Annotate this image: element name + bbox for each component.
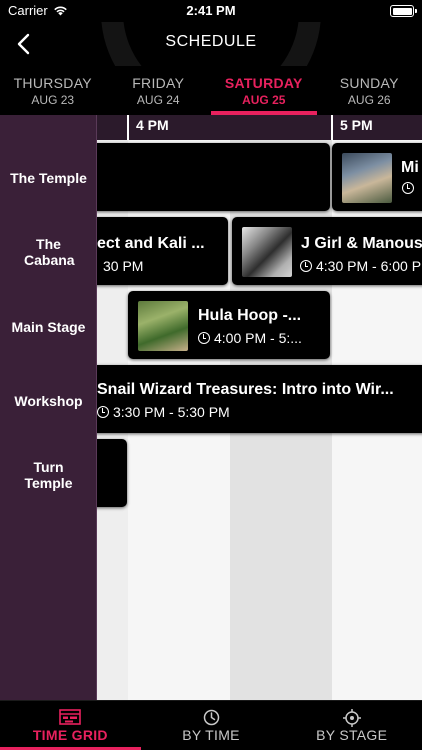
- time-tick: [127, 115, 129, 140]
- calendar-grid-icon: [0, 701, 141, 727]
- event-time-text: 30 PM: [103, 258, 144, 274]
- day-date: AUG 26: [347, 93, 391, 107]
- clock-icon: [300, 260, 312, 272]
- bottom-tab-bar: TIME GRID BY TIME BY STAGE: [0, 700, 422, 750]
- tab-saturday[interactable]: SATURDAY AUG 25: [211, 66, 317, 115]
- event-time-text: 3:30 PM - 5:30 PM: [113, 404, 230, 420]
- event-time: 30 PM: [103, 258, 143, 274]
- event-card[interactable]: Snail Wizard Treasures: Intro into Wir..…: [90, 365, 422, 433]
- status-bar: Carrier 2:41 PM: [0, 0, 422, 22]
- day-name: THURSDAY: [13, 75, 92, 91]
- tab-friday[interactable]: FRIDAY AUG 24: [106, 66, 212, 115]
- event-time: [402, 182, 414, 194]
- time-label-4pm: 4 PM: [136, 117, 169, 133]
- event-time-text: 4:00 PM - 5:...: [214, 330, 302, 346]
- day-name: FRIDAY: [132, 75, 185, 91]
- event-time: 4:00 PM - 5:...: [198, 330, 302, 346]
- artist-photo: [138, 301, 188, 351]
- stage-label-the-temple: The Temple: [10, 170, 87, 186]
- day-name: SATURDAY: [224, 75, 303, 91]
- day-name: SUNDAY: [339, 75, 399, 91]
- stage-label-the-cabana: The Cabana: [24, 236, 75, 268]
- event-title: Hula Hoop -...: [198, 307, 302, 324]
- event-card[interactable]: ect and Kali ... 30 PM: [90, 217, 228, 285]
- artist-photo: [342, 153, 392, 203]
- clock-icon: [198, 332, 210, 344]
- event-card[interactable]: J Girl & Manous 4:30 PM - 6:00 P: [232, 217, 422, 285]
- event-time-text: 4:30 PM - 6:00 P: [316, 258, 422, 274]
- battery-level: [392, 7, 412, 15]
- day-date: AUG 25: [242, 93, 286, 107]
- day-tabs: THURSDAY AUG 23 FRIDAY AUG 24 SATURDAY A…: [0, 66, 422, 115]
- event-card[interactable]: Mi: [332, 143, 422, 211]
- time-tick: [331, 115, 333, 140]
- event-title: J Girl & Manous: [301, 235, 422, 252]
- clock-icon: [97, 406, 109, 418]
- page-title: SCHEDULE: [165, 33, 257, 50]
- clock-icon: [141, 701, 282, 727]
- event-title: ect and Kali ...: [97, 235, 205, 252]
- event-title: Snail Wizard Treasures: Intro into Wir..…: [97, 381, 394, 398]
- event-card[interactable]: [90, 143, 330, 211]
- status-time: 2:41 PM: [186, 3, 236, 18]
- time-grid[interactable]: 4 PM 5 PM Mi ect and Kali ... 30 PM J Gi…: [0, 115, 422, 700]
- event-time: 3:30 PM - 5:30 PM: [97, 404, 230, 420]
- stage-label-turn-temple: Turn Temple: [24, 459, 73, 491]
- tab-thursday[interactable]: THURSDAY AUG 23: [0, 66, 106, 115]
- tab-label: BY TIME: [182, 727, 240, 743]
- tab-label: TIME GRID: [32, 727, 108, 743]
- time-header: 4 PM 5 PM: [97, 115, 422, 140]
- event-title: Mi: [401, 159, 419, 176]
- tab-sunday[interactable]: SUNDAY AUG 26: [317, 66, 422, 115]
- day-date: AUG 24: [136, 93, 180, 107]
- clock-icon: [402, 182, 414, 194]
- artist-photo: [242, 227, 292, 277]
- tab-label: BY STAGE: [316, 727, 388, 743]
- tab-time-grid[interactable]: TIME GRID: [0, 701, 141, 750]
- tab-by-stage[interactable]: BY STAGE: [281, 701, 422, 750]
- battery-icon: [390, 5, 417, 17]
- event-time: 4:30 PM - 6:00 P: [300, 258, 421, 274]
- stage-column: The Temple The Cabana Main Stage Worksho…: [0, 115, 97, 700]
- time-label-5pm: 5 PM: [340, 117, 373, 133]
- event-card[interactable]: Hula Hoop -... 4:00 PM - 5:...: [128, 291, 330, 359]
- navigation-bar: SCHEDULE: [0, 22, 422, 66]
- location-target-icon: [281, 701, 422, 727]
- stage-label-workshop: Workshop: [14, 393, 83, 409]
- tab-by-time[interactable]: BY TIME: [141, 701, 282, 750]
- day-date: AUG 23: [31, 93, 75, 107]
- stage-label-main-stage: Main Stage: [11, 319, 86, 335]
